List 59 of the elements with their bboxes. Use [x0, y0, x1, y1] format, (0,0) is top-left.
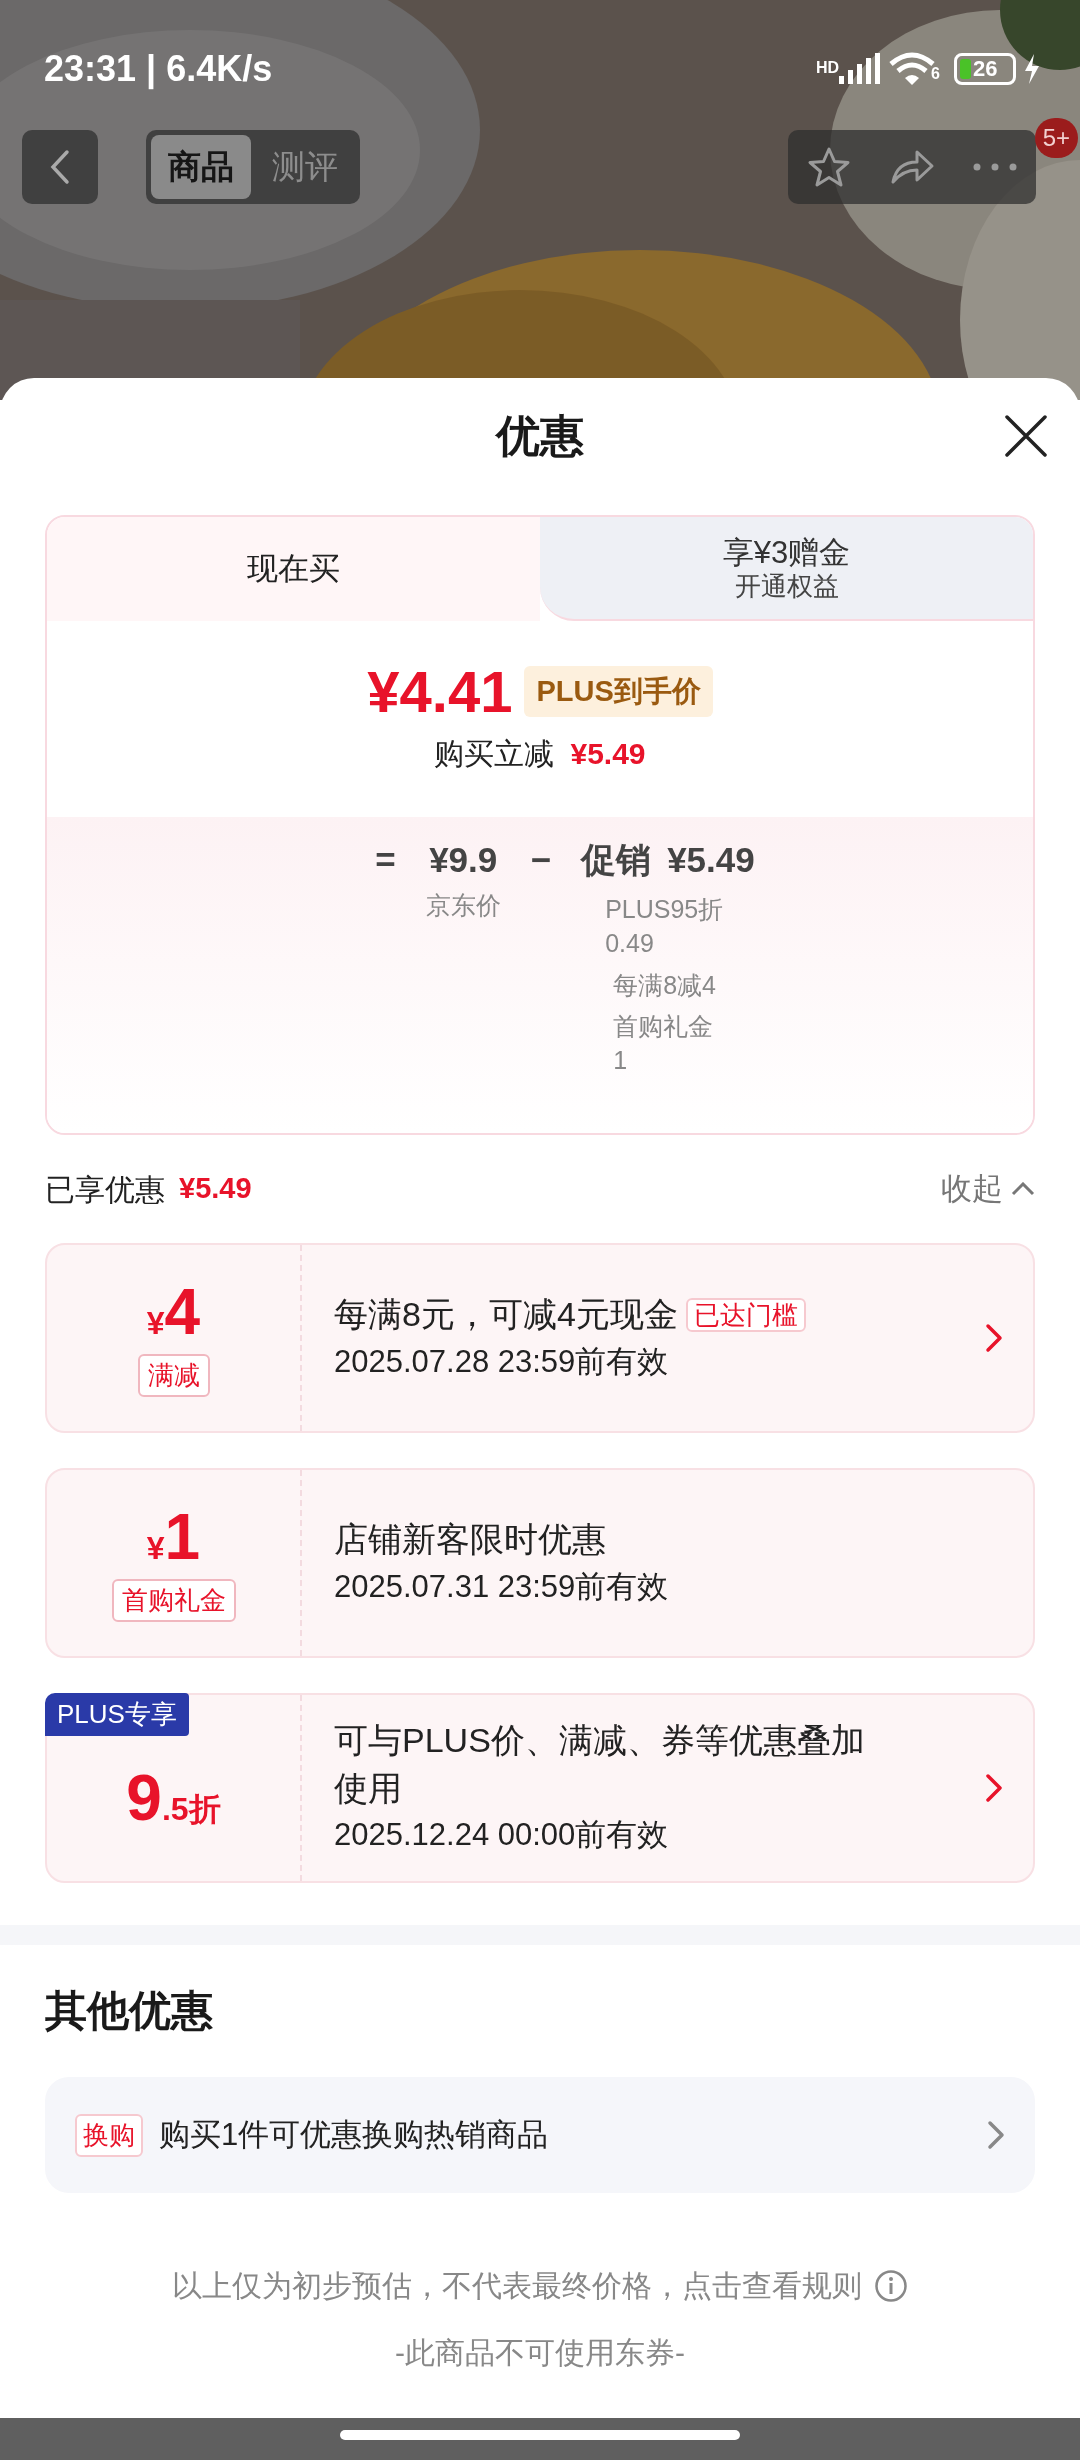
offer-tag: 换购: [75, 2113, 143, 2157]
battery-fill: [960, 59, 971, 79]
promo-item-text: 每满8减4: [613, 969, 717, 1001]
section-title: 其他优惠: [45, 1985, 213, 2036]
coupon-validity: 2025.07.28 23:59前有效: [334, 1342, 670, 1381]
back-icon: [50, 149, 70, 185]
coupon-value: ¥4: [146, 1279, 201, 1344]
price-tab[interactable]: 现在买: [47, 517, 540, 621]
coupon-corner-label: PLUS专享: [45, 1693, 189, 1736]
wifi-generation-label: 6: [931, 64, 940, 84]
more-icon: [972, 163, 1017, 171]
saving-amount: ¥5.49: [570, 735, 646, 772]
coupon-title: 可与PLUS价、满减、券等优惠叠加使用: [334, 1721, 865, 1807]
collapse-button[interactable]: 收起: [941, 1165, 1035, 1213]
close-icon: [1004, 414, 1048, 458]
promo-item-text: PLUS95折: [605, 894, 725, 925]
promo-amount: ¥5.49: [667, 839, 755, 881]
price-tag: PLUS到手价: [524, 665, 713, 718]
summary-label: 已享优惠: [45, 1171, 165, 1208]
threshold-tag: 已达门槛: [685, 1297, 806, 1332]
chevron-up-icon: [1011, 1182, 1035, 1196]
summary-amount: ¥5.49: [179, 1171, 252, 1207]
coupon-value: ¥1: [146, 1504, 201, 1569]
charging-icon: [1024, 54, 1040, 84]
coupon-value: 9.5折: [126, 1766, 221, 1830]
network-label: HD: [816, 58, 840, 78]
promo-label: 促销: [581, 839, 652, 881]
base-price: ¥9.9: [429, 839, 498, 881]
disclaimer-text: 以上仅为初步预估，不代表最终价格，点击查看规则: [172, 2268, 862, 2304]
share-icon: [889, 148, 935, 186]
chevron-right-icon: [985, 1773, 1003, 1803]
equals-sign: =: [375, 839, 396, 881]
saving-label: 购买立减: [434, 735, 555, 772]
price-tab[interactable]: 享¥3赠金 开通权益: [540, 517, 1033, 621]
promo-item-text: 首购礼金: [613, 1011, 715, 1043]
coupon-title: 店铺新客限时优惠: [334, 1519, 606, 1558]
sheet-title: 优惠: [496, 410, 584, 463]
star-icon: [807, 146, 852, 188]
chevron-right-icon: [987, 2120, 1005, 2150]
battery-level: 26: [973, 57, 998, 81]
back-button[interactable]: [22, 130, 98, 204]
base-price-label: 京东价: [425, 890, 501, 921]
coupon-type-tag: 首购礼金: [111, 1578, 236, 1622]
info-icon[interactable]: [874, 2268, 908, 2303]
coupon-validity: 2025.12.24 00:00前有效: [334, 1816, 670, 1855]
offer-text: 购买1件可优惠换购热销商品: [159, 2115, 549, 2154]
promo-item-text: 1: [613, 1045, 629, 1076]
chevron-right-icon: [985, 1323, 1003, 1353]
final-price: ¥4.41: [367, 662, 513, 721]
offer-row[interactable]: 换购 购买1件可优惠换购热销商品: [45, 2077, 1035, 2193]
minus-sign: −: [530, 839, 552, 881]
status-time: 23:31 | 6.4K/s: [44, 47, 273, 92]
coupon-type-tag: 满减: [137, 1353, 210, 1397]
coupon-title: 每满8元，可减4元现金: [334, 1294, 678, 1333]
coupon-validity: 2025.07.31 23:59前有效: [334, 1567, 670, 1606]
nav-tab[interactable]: 商品: [151, 135, 251, 199]
signal-icon: [837, 52, 882, 86]
coupon-note: -此商品不可使用东券-: [395, 2336, 685, 2369]
promo-item-text: 0.49: [605, 927, 655, 959]
